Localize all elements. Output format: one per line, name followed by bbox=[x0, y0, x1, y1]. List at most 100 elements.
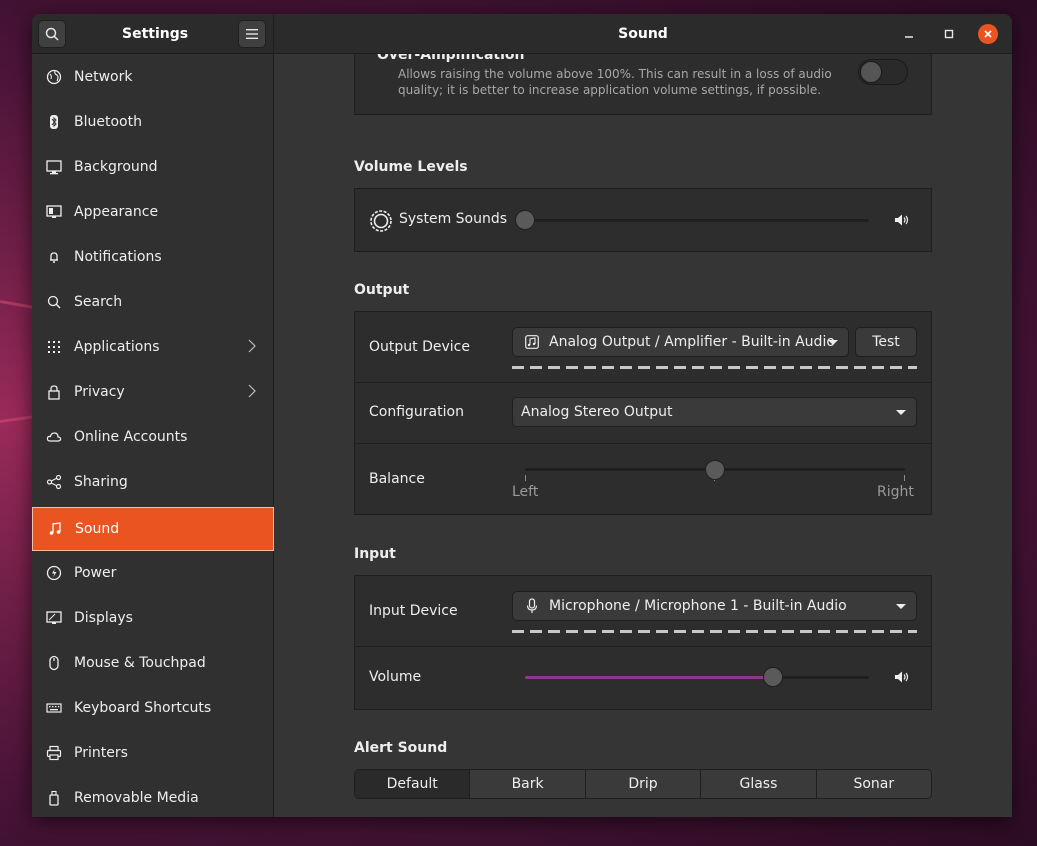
sidebar-item-displays[interactable]: Displays bbox=[32, 596, 274, 640]
input-volume-slider[interactable] bbox=[525, 676, 869, 679]
over-amplification-description: quality; it is better to increase applic… bbox=[398, 83, 822, 97]
search-button[interactable] bbox=[38, 20, 66, 48]
input-level-meter bbox=[512, 630, 917, 633]
balance-tick-left bbox=[525, 475, 526, 481]
balance-slider-knob[interactable] bbox=[705, 460, 725, 480]
sidebar-item-background[interactable]: Background bbox=[32, 145, 274, 189]
sidebar-item-applications[interactable]: Applications bbox=[32, 325, 274, 369]
configuration-value: Analog Stereo Output bbox=[521, 404, 673, 420]
hamburger-icon bbox=[246, 29, 258, 39]
sidebar-item-sharing[interactable]: Sharing bbox=[32, 460, 274, 504]
over-amplification-toggle[interactable] bbox=[858, 59, 908, 85]
bell-icon bbox=[46, 249, 62, 265]
wallpaper-streak bbox=[0, 415, 35, 423]
over-amplification-description: Allows raising the volume above 100%. Th… bbox=[398, 67, 832, 81]
alert-option-sonar[interactable]: Sonar bbox=[816, 770, 931, 798]
sidebar-item-appearance[interactable]: Appearance bbox=[32, 190, 274, 234]
balance-left-label: Left bbox=[512, 484, 539, 500]
sidebar-item-privacy[interactable]: Privacy bbox=[32, 370, 274, 414]
alert-option-glass[interactable]: Glass bbox=[701, 770, 817, 798]
system-sounds-slider[interactable] bbox=[517, 219, 869, 222]
test-button[interactable]: Test bbox=[855, 327, 917, 357]
cloud-icon bbox=[46, 429, 62, 445]
balance-right-label: Right bbox=[877, 484, 914, 500]
speaker-icon bbox=[894, 213, 910, 231]
settings-window: Settings Sound Network Bluetooth Backgro… bbox=[32, 14, 1012, 817]
output-device-value: Analog Output / Amplifier - Built-in Aud… bbox=[549, 334, 835, 350]
system-sounds-label: System Sounds bbox=[399, 211, 508, 227]
alert-sound-selector: Default Bark Drip Glass Sonar bbox=[354, 769, 932, 799]
removable-media-icon bbox=[46, 790, 62, 806]
background-icon bbox=[46, 159, 62, 175]
divider bbox=[355, 646, 931, 647]
sidebar-item-label: Background bbox=[74, 159, 158, 175]
sidebar: Network Bluetooth Background Appearance … bbox=[32, 54, 274, 817]
sidebar-item-online-accounts[interactable]: Online Accounts bbox=[32, 415, 274, 459]
display-icon bbox=[46, 610, 62, 626]
input-volume-label: Volume bbox=[369, 669, 422, 685]
sidebar-item-label: Search bbox=[74, 294, 123, 310]
output-level-meter bbox=[512, 366, 917, 369]
close-icon bbox=[984, 30, 992, 38]
alert-option-default[interactable]: Default bbox=[355, 770, 471, 798]
maximize-icon bbox=[944, 29, 954, 39]
sidebar-item-label: Sharing bbox=[74, 474, 128, 490]
printer-icon bbox=[46, 745, 62, 761]
input-device-label: Input Device bbox=[369, 603, 458, 619]
chevron-down-icon bbox=[828, 340, 838, 345]
output-device-label: Output Device bbox=[369, 339, 470, 355]
divider bbox=[355, 443, 931, 444]
sidebar-item-label: Applications bbox=[74, 339, 160, 355]
close-button[interactable] bbox=[978, 24, 998, 44]
sidebar-item-label: Bluetooth bbox=[74, 114, 142, 130]
configuration-select[interactable]: Analog Stereo Output bbox=[512, 397, 917, 427]
configuration-label: Configuration bbox=[369, 404, 464, 420]
panel-header: Sound bbox=[274, 14, 1012, 54]
keyboard-icon bbox=[46, 700, 62, 716]
maximize-button[interactable] bbox=[939, 24, 959, 44]
sidebar-item-label: Keyboard Shortcuts bbox=[74, 700, 212, 716]
lock-icon bbox=[46, 384, 62, 400]
sidebar-item-printers[interactable]: Printers bbox=[32, 731, 274, 775]
sidebar-item-notifications[interactable]: Notifications bbox=[32, 235, 274, 279]
sidebar-title: Settings bbox=[122, 26, 189, 42]
sidebar-item-label: Privacy bbox=[74, 384, 125, 400]
volume-levels-frame: System Sounds bbox=[354, 188, 932, 252]
chevron-down-icon bbox=[896, 410, 906, 415]
bluetooth-icon bbox=[46, 114, 62, 130]
sidebar-item-bluetooth[interactable]: Bluetooth bbox=[32, 100, 274, 144]
sidebar-item-label: Network bbox=[74, 69, 133, 85]
sidebar-item-search[interactable]: Search bbox=[32, 280, 274, 324]
output-device-select[interactable]: Analog Output / Amplifier - Built-in Aud… bbox=[512, 327, 849, 357]
music-note-icon bbox=[47, 521, 63, 537]
sidebar-item-removable-media[interactable]: Removable Media bbox=[32, 776, 274, 817]
chevron-right-icon bbox=[248, 339, 256, 357]
input-device-select[interactable]: Microphone / Microphone 1 - Built-in Aud… bbox=[512, 591, 917, 621]
input-volume-fill bbox=[525, 676, 773, 679]
alert-option-bark[interactable]: Bark bbox=[470, 770, 586, 798]
input-device-value: Microphone / Microphone 1 - Built-in Aud… bbox=[549, 598, 847, 614]
sidebar-item-power[interactable]: Power bbox=[32, 551, 274, 595]
volume-levels-heading: Volume Levels bbox=[354, 159, 468, 175]
sidebar-item-mouse-touchpad[interactable]: Mouse & Touchpad bbox=[32, 641, 274, 685]
sidebar-item-keyboard-shortcuts[interactable]: Keyboard Shortcuts bbox=[32, 686, 274, 730]
minimize-button[interactable] bbox=[899, 24, 919, 44]
menu-button[interactable] bbox=[238, 20, 266, 48]
sidebar-item-sound[interactable]: Sound bbox=[32, 507, 274, 551]
alert-option-drip[interactable]: Drip bbox=[585, 770, 702, 798]
sidebar-item-network[interactable]: Network bbox=[32, 55, 274, 99]
sidebar-item-label: Sound bbox=[75, 521, 120, 537]
sound-panel: Over-Amplification Allows raising the vo… bbox=[275, 54, 1012, 817]
sidebar-header: Settings bbox=[32, 14, 274, 54]
over-amplification-title: Over-Amplification bbox=[377, 54, 525, 63]
input-frame: Input Device Microphone / Microphone 1 -… bbox=[354, 575, 932, 710]
share-icon bbox=[46, 474, 62, 490]
input-volume-slider-knob[interactable] bbox=[762, 667, 783, 687]
appearance-icon bbox=[46, 204, 62, 220]
chevron-right-icon bbox=[248, 384, 256, 402]
minimize-icon bbox=[905, 36, 913, 38]
sidebar-item-label: Mouse & Touchpad bbox=[74, 655, 206, 671]
mouse-icon bbox=[46, 655, 62, 671]
system-sounds-slider-knob[interactable] bbox=[515, 210, 535, 230]
grid-icon bbox=[46, 339, 62, 355]
